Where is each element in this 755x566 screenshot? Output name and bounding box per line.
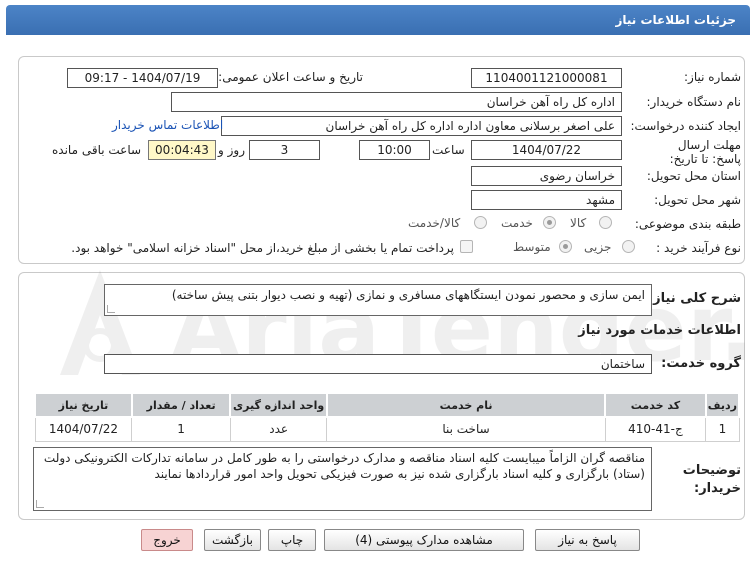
remaining-days-field: 3	[249, 140, 320, 160]
requester-field: علی اصغر برسلانی معاون اداره اداره کل را…	[221, 116, 622, 136]
announce-date-label: تاریخ و ساعت اعلان عمومی:	[218, 70, 363, 84]
category-radio-goods[interactable]	[599, 216, 612, 229]
resize-grip-icon[interactable]	[36, 500, 44, 508]
view-attachments-button[interactable]: مشاهده مدارک پیوستی (4)	[324, 529, 524, 551]
category-radio-goods-service[interactable]	[474, 216, 487, 229]
buyer-notes-label: توضیحات خریدار:	[682, 463, 741, 496]
announce-date-field: 1404/07/19 - 09:17	[67, 68, 218, 88]
remaining-time-label: ساعت باقی مانده	[52, 143, 142, 157]
process-label: نوع فرآیند خرید :	[656, 241, 741, 255]
days-label: روز و	[218, 143, 245, 157]
deadline-date-field: 1404/07/22	[471, 140, 622, 160]
col-need-date: تاریخ نیاز	[34, 392, 133, 418]
requester-label: ایجاد کننده درخواست:	[630, 119, 741, 133]
service-group-label: گروه خدمت:	[661, 356, 741, 371]
treasury-payment-checkbox[interactable]	[460, 240, 473, 253]
province-label: استان محل تحویل:	[646, 169, 741, 183]
category-radio-service[interactable]	[543, 216, 556, 229]
deadline-time-label: ساعت	[432, 143, 465, 157]
process-option-medium: متوسط	[513, 240, 551, 254]
province-field: خراسان رضوی	[471, 166, 622, 186]
col-row-number: ردیف	[704, 392, 741, 418]
print-button[interactable]: چاپ	[268, 529, 316, 551]
cell-service-name: ساخت بنا	[326, 416, 606, 442]
city-label: شهر محل تحویل:	[654, 193, 741, 207]
page-header: جزئیات اطلاعات نیاز	[6, 5, 750, 35]
resize-grip-icon[interactable]	[107, 305, 115, 313]
deadline-label: مهلت ارسال پاسخ: تا تاریخ:	[669, 138, 741, 166]
exit-button[interactable]: خروج	[141, 529, 193, 551]
process-option-minor: جزیی	[584, 240, 612, 254]
services-section-title: اطلاعات خدمات مورد نیاز	[578, 323, 741, 338]
cell-service-code: ج-41-410	[604, 416, 707, 442]
col-quantity: تعداد / مقدار	[130, 392, 232, 418]
city-field: مشهد	[471, 190, 622, 210]
process-radio-medium[interactable]	[559, 240, 572, 253]
service-group-field: ساختمان	[104, 354, 652, 374]
need-number-field: 1104001121000081	[471, 68, 622, 88]
description-text: ایمن سازی و محصور نمودن ایستگاههای مسافر…	[171, 288, 645, 302]
table-header-row: ردیف کد خدمت نام خدمت واحد اندازه گیری ت…	[34, 392, 741, 418]
cell-need-date: 1404/07/22	[34, 416, 133, 442]
category-label: طبقه بندی موضوعی:	[634, 217, 741, 231]
page-title: جزئیات اطلاعات نیاز	[615, 13, 736, 27]
category-option-goods-service: کالا/خدمت	[408, 216, 461, 230]
remaining-time-field: 00:04:43	[148, 140, 216, 160]
cell-quantity: 1	[131, 416, 231, 442]
category-option-goods: کالا	[570, 216, 587, 230]
col-service-name: نام خدمت	[325, 392, 607, 418]
cell-unit: عدد	[229, 416, 328, 442]
need-number-label: شماره نیاز:	[684, 70, 741, 84]
table-row: 1 ج-41-410 ساخت بنا عدد 1 1404/07/22	[34, 416, 740, 442]
buyer-org-label: نام دستگاه خریدار:	[646, 95, 742, 109]
process-radio-minor[interactable]	[622, 240, 635, 253]
col-unit: واحد اندازه گیری	[229, 392, 328, 418]
services-table: ردیف کد خدمت نام خدمت واحد اندازه گیری ت…	[34, 392, 741, 442]
buyer-notes-textarea: مناقصه گران الزاماً میبایست کلیه اسناد م…	[33, 447, 652, 511]
buyer-notes-text: مناقصه گران الزاماً میبایست کلیه اسناد م…	[43, 451, 645, 481]
cell-row-number: 1	[705, 416, 740, 442]
description-label: شرح کلی نیاز:	[647, 291, 741, 306]
col-service-code: کد خدمت	[604, 392, 707, 418]
reply-button[interactable]: پاسخ به نیاز	[535, 529, 640, 551]
treasury-payment-note: پرداخت تمام یا بخشی از مبلغ خرید،از محل …	[71, 241, 454, 255]
deadline-time-field: 10:00	[359, 140, 430, 160]
description-textarea: ایمن سازی و محصور نمودن ایستگاههای مسافر…	[104, 284, 652, 316]
buyer-org-field: اداره کل راه آهن خراسان	[171, 92, 622, 112]
category-option-service: خدمت	[501, 216, 533, 230]
back-button[interactable]: بازگشت	[204, 529, 261, 551]
buyer-contact-link[interactable]: اطلاعات تماس خریدار	[112, 118, 223, 132]
